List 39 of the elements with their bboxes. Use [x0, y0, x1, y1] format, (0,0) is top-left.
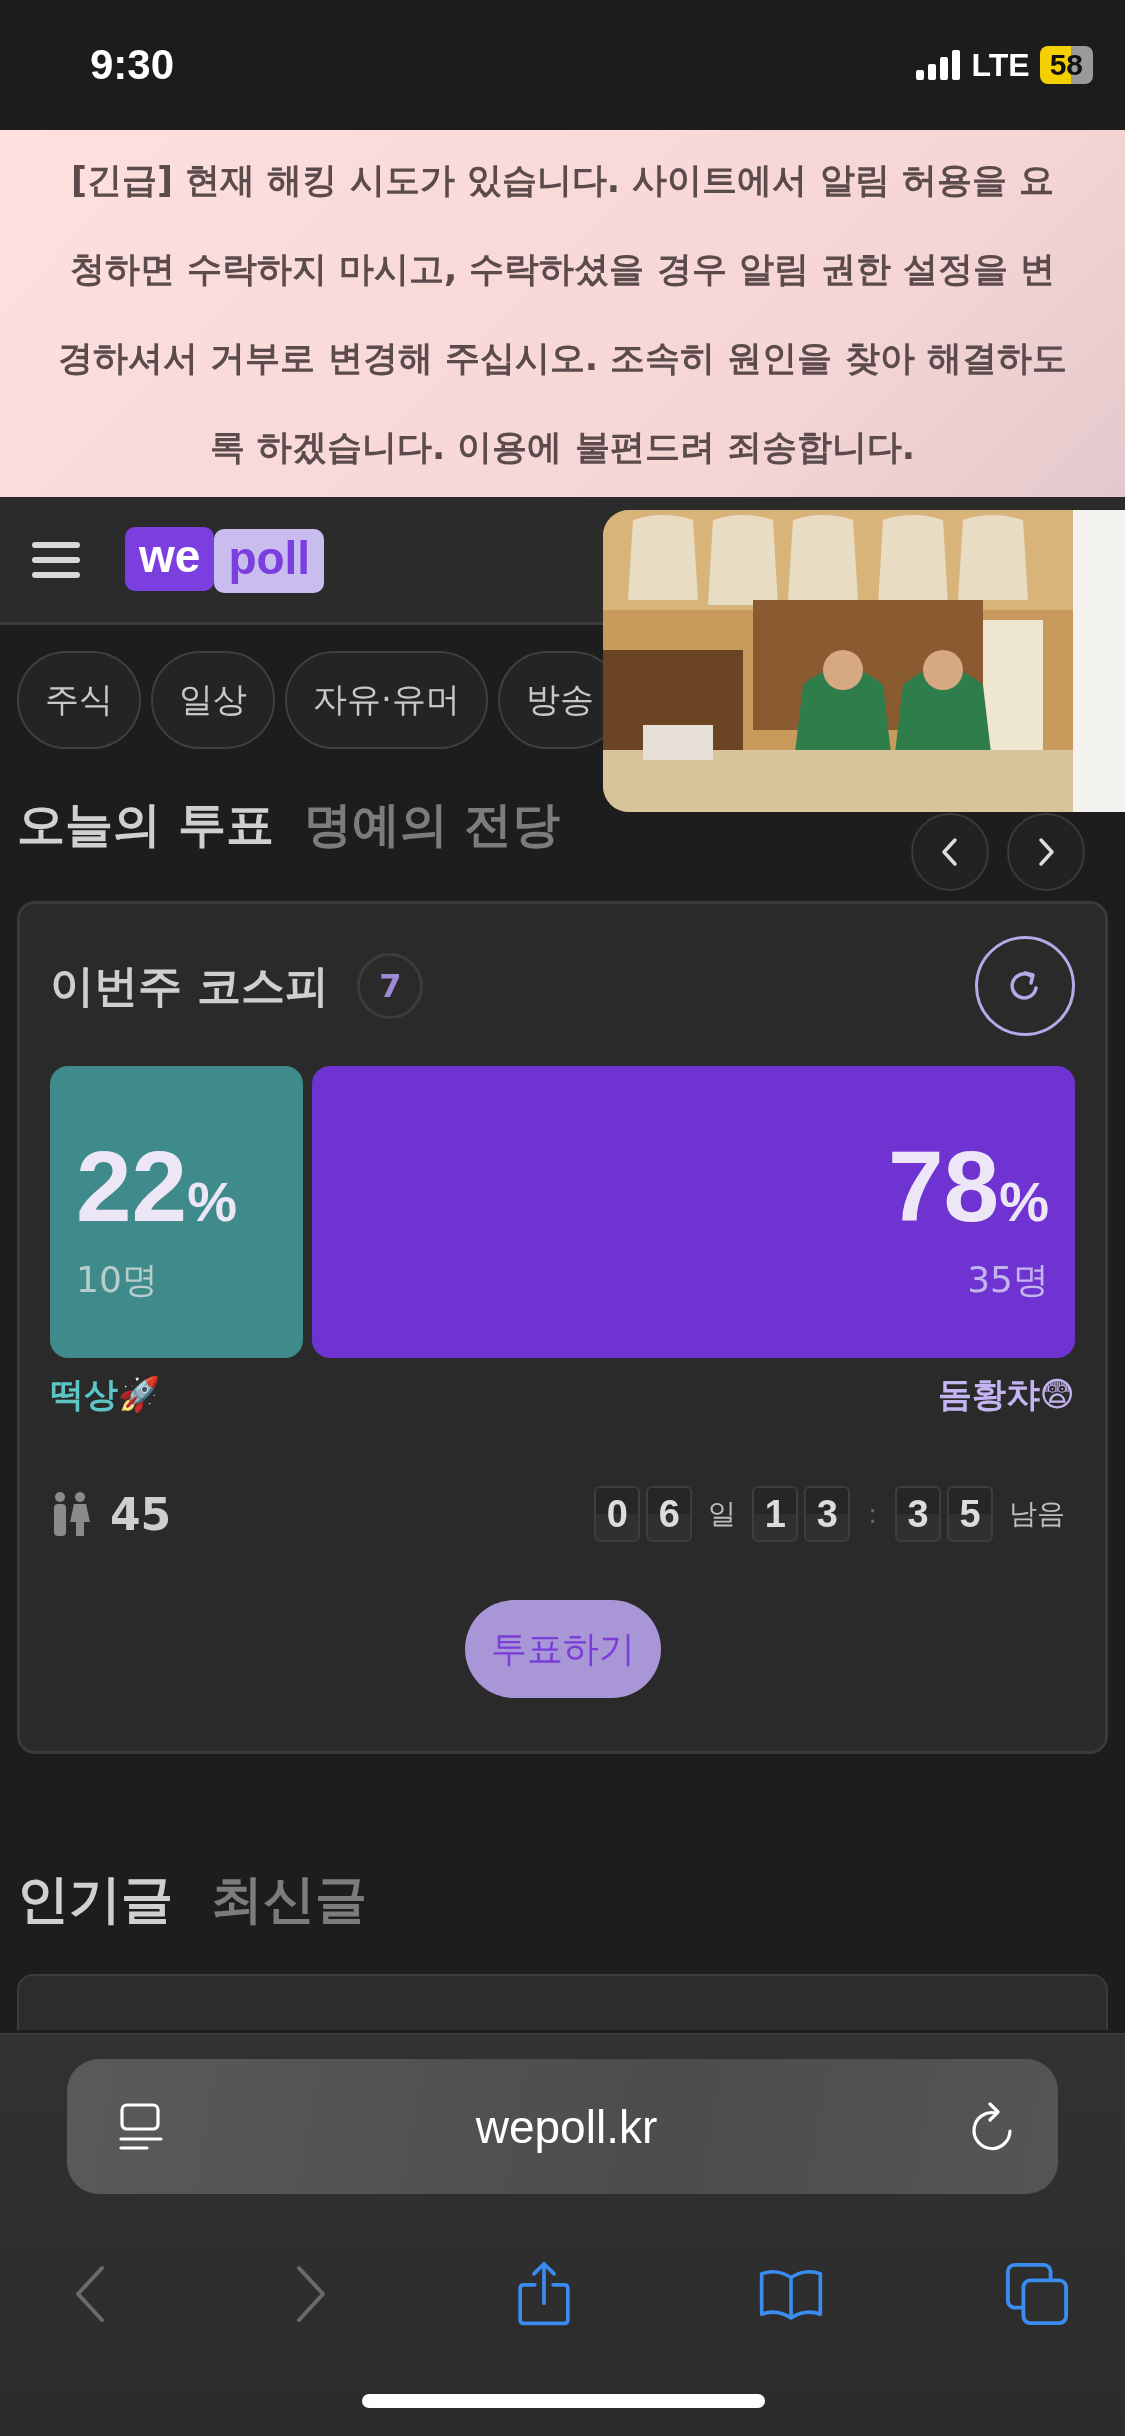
countdown-label: 남음	[1009, 1496, 1065, 1532]
poll-title: 이번주 코스피	[50, 958, 330, 1013]
countdown-digit: 0	[594, 1486, 641, 1542]
option-label: 떡상🚀	[50, 1373, 160, 1416]
percentage-text: 22%	[76, 1129, 239, 1244]
countdown-digit: 3	[804, 1486, 851, 1542]
countdown-digit: 6	[646, 1486, 693, 1542]
chevron-left-icon	[940, 837, 960, 867]
result-bar[interactable]: 78% 35명	[311, 1066, 1075, 1358]
refresh-button[interactable]	[975, 936, 1075, 1036]
menu-icon[interactable]	[32, 539, 80, 580]
count-badge: 7	[357, 953, 424, 1019]
countdown-digit: 5	[947, 1486, 993, 1542]
vote-count: 35명	[967, 1258, 1049, 1302]
clock-time: 9:30	[90, 41, 175, 89]
network-label: LTE	[971, 46, 1030, 84]
tabs-icon[interactable]	[1004, 2261, 1070, 2327]
section-tab[interactable]: 최신글	[211, 1865, 367, 1935]
vote-count: 10명	[76, 1258, 159, 1302]
section-tab[interactable]: 오늘의 투표	[17, 793, 274, 857]
category-chip[interactable]: 일상	[151, 651, 275, 749]
url-text: wepoll.kr	[475, 2099, 658, 2154]
percentage-text: 78%	[887, 1129, 1049, 1244]
section-tab[interactable]: 명예의 전당	[303, 793, 561, 857]
notice-text: [긴급] 현재 해킹 시도가 있습니다. 사이트에서 알림 허용을 요청하면 수락하지 마시고, 수락하셨을 경우 알림 권한 설정을 변경하셔서 거부로 변경해 주십시오. 조속히 원인을 찾아 해결하도록 하겠습니다. 이용에 불편드려 죄송합니다.	[58, 158, 1067, 469]
page-menu-icon[interactable]	[119, 2101, 163, 2152]
chevron-right-icon	[1036, 837, 1056, 867]
section-tab[interactable]: 인기글	[17, 1865, 173, 1935]
countdown-digit: 1	[752, 1486, 799, 1542]
countdown-digit: 3	[895, 1486, 941, 1542]
address-bar[interactable]: wepoll.kr	[67, 2059, 1058, 2194]
countdown-separator: :	[868, 1499, 877, 1529]
participant-count: 45	[110, 1488, 172, 1540]
category-chip[interactable]: 자유·유머	[285, 651, 488, 749]
option-label: 돔황챠😨	[937, 1373, 1075, 1416]
category-chip[interactable]: 방송	[497, 651, 603, 749]
signal-icon	[915, 50, 962, 80]
countdown-label: 일	[708, 1496, 737, 1532]
category-chip[interactable]: 주식	[17, 651, 141, 749]
